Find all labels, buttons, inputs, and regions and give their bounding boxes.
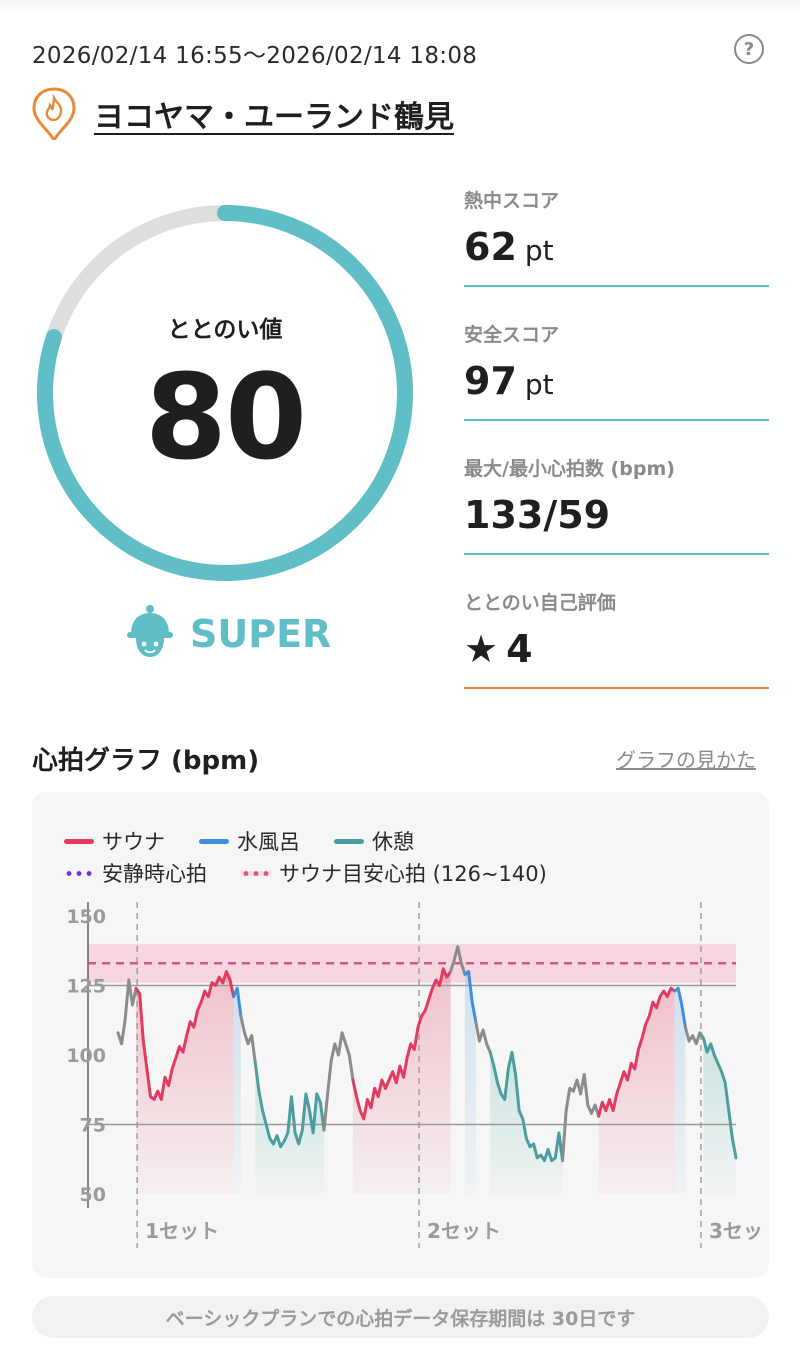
stat-value: 97 bbox=[464, 359, 517, 403]
plan-retention-note: ベーシックプランでの心拍データ保存期間は 30日です bbox=[32, 1296, 769, 1338]
set-label: 1セット bbox=[145, 1219, 219, 1243]
stat-self-rating[interactable]: ととのい自己評価 ★ 4 bbox=[464, 588, 769, 689]
graph-help-link[interactable]: グラフの見かた bbox=[616, 744, 756, 773]
totonoi-rank: SUPER bbox=[190, 612, 332, 656]
stat-unit: pt bbox=[524, 234, 554, 267]
hr-series-line bbox=[322, 1031, 355, 1132]
y-tick-label: 75 bbox=[80, 1115, 106, 1137]
stat-value: 62 bbox=[464, 225, 517, 269]
phase-fill bbox=[490, 1052, 563, 1194]
stat-heart-rate-range: 最大/最小心拍数 (bpm) 133/59 bbox=[464, 454, 769, 555]
phase-fill bbox=[233, 988, 241, 1194]
stat-divider bbox=[464, 285, 769, 287]
star-icon: ★ bbox=[464, 627, 499, 671]
stat-unit: pt bbox=[524, 368, 554, 401]
facility-name-link[interactable]: ヨコヤマ・ユーランド鶴見 bbox=[94, 92, 454, 136]
y-tick-label: 50 bbox=[80, 1184, 106, 1206]
stat-heat-score: 熱中スコア 62 pt bbox=[464, 186, 769, 287]
hr-series-line bbox=[239, 1014, 257, 1065]
stat-divider bbox=[464, 553, 769, 555]
stat-value: 133/59 bbox=[464, 493, 611, 537]
heart-graph-title: 心拍グラフ (bpm) bbox=[32, 746, 260, 776]
phase-fill bbox=[352, 968, 451, 1194]
stat-divider bbox=[464, 687, 769, 689]
heart-rate-chart: 150 125 100 75 50 1セット 2セット 3セット bbox=[66, 902, 769, 1248]
totonoi-value: 80 bbox=[144, 348, 307, 486]
question-circle-icon[interactable]: ? bbox=[734, 34, 764, 64]
y-tick-label: 100 bbox=[66, 1045, 106, 1067]
hr-series-line bbox=[116, 978, 138, 1046]
phase-fill bbox=[703, 1038, 736, 1194]
session-date-range: 2026/02/14 16:55〜2026/02/14 18:08 bbox=[32, 43, 478, 69]
stat-label: 安全スコア bbox=[464, 324, 560, 346]
phase-fill bbox=[136, 971, 234, 1194]
sauna-hat-icon bbox=[125, 604, 175, 664]
hr-series-line bbox=[474, 1020, 492, 1054]
y-tick-label: 150 bbox=[66, 906, 106, 928]
phase-fill bbox=[598, 988, 675, 1194]
top-fade bbox=[0, 0, 800, 14]
set-label: 3セット bbox=[709, 1219, 769, 1243]
stat-divider bbox=[464, 419, 769, 421]
stat-label: 熱中スコア bbox=[464, 190, 560, 212]
totonoi-label: ととのい値 bbox=[167, 317, 283, 343]
stat-label: 最大/最小心拍数 (bpm) bbox=[464, 458, 675, 480]
hr-series-line bbox=[561, 1072, 601, 1163]
stat-label: ととのい自己評価 bbox=[464, 592, 616, 614]
heart-graph-card: サウナ 水風呂 休憩 安静時心拍 サウナ目安心拍 (126~140) 150 12… bbox=[32, 792, 769, 1278]
flame-pin-icon bbox=[30, 86, 78, 144]
set-label: 2セット bbox=[427, 1219, 501, 1243]
stat-value: 4 bbox=[506, 627, 533, 671]
hr-series-line bbox=[683, 1025, 705, 1046]
y-tick-label: 125 bbox=[66, 976, 106, 998]
stat-safety-score: 安全スコア 97 pt bbox=[464, 320, 769, 421]
